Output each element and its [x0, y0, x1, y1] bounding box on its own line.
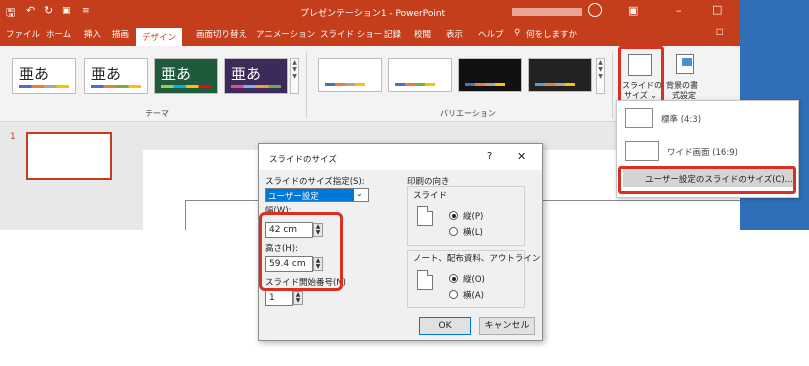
width-height-highlight — [259, 212, 343, 291]
variant-gallery-scroll[interactable]: ▲ ▼ ▼ — [596, 58, 605, 94]
ribbon-separator-2 — [612, 52, 613, 118]
variant-2-colors — [395, 83, 435, 86]
standard-slide-icon — [625, 108, 653, 128]
theme-office-2[interactable]: 亜あ — [84, 58, 148, 94]
undo-icon[interactable]: ↶ — [26, 4, 35, 17]
theme-office-glyph: 亜あ — [19, 65, 50, 83]
ribbon-tab-bar: ファイル ホーム 挿入 描画 デザイン 画面切り替え アニメーション スライド … — [0, 24, 809, 70]
slide-thumbnail-1[interactable] — [26, 132, 112, 180]
themes-group-label: テーマ — [145, 109, 169, 118]
ribbon-display-options-icon[interactable]: ▣ — [628, 4, 638, 17]
customize-toolbar-icon[interactable]: ≡ — [82, 6, 90, 16]
notes-label: ノート、配布資料、アウトライン — [413, 254, 541, 264]
dropdown-item-standard[interactable]: 標準 (4:3) — [617, 101, 798, 133]
dialog-title: スライドのサイズ — [269, 155, 337, 165]
minimize-icon[interactable]: – — [676, 4, 682, 17]
notes-landscape-radio[interactable] — [449, 290, 458, 299]
slides-landscape-label: 横(L) — [463, 228, 483, 238]
theme-green-glyph: 亜あ — [161, 65, 192, 83]
cancel-button[interactable]: キャンセル — [479, 317, 535, 335]
tab-review[interactable]: 校閲 — [414, 28, 431, 46]
window-title: プレゼンテーション1 - PowerPoint — [300, 9, 446, 19]
variant-2[interactable] — [388, 58, 452, 92]
slide-number: 1 — [10, 132, 16, 142]
theme-green[interactable]: 亜あ — [154, 58, 218, 94]
variant-4[interactable] — [528, 58, 592, 92]
tell-me-search[interactable]: 何をしますか — [526, 28, 577, 46]
maximize-icon[interactable]: □ — [712, 3, 722, 16]
size-for-select[interactable]: ユーザー設定 ⌄ — [265, 188, 369, 202]
tab-home[interactable]: ホーム — [46, 28, 71, 46]
dropdown-item-standard-label: 標準 (4:3) — [661, 115, 702, 125]
ok-button[interactable]: OK — [419, 317, 471, 335]
size-for-value: ユーザー設定 — [266, 189, 354, 202]
theme-purple[interactable]: 亜あ — [224, 58, 288, 94]
widescreen-slide-icon — [625, 141, 659, 161]
portrait-page-icon — [417, 206, 433, 226]
notes-portrait-label: 縦(O) — [463, 275, 485, 285]
variant-3-colors — [465, 83, 505, 86]
ribbon-separator-1 — [306, 52, 307, 118]
tab-file[interactable]: ファイル — [6, 28, 40, 46]
tab-animations[interactable]: アニメーション — [256, 28, 315, 46]
tab-record[interactable]: 記録 — [384, 28, 401, 46]
tab-transitions[interactable]: 画面切り替え — [196, 28, 247, 46]
dropdown-item-widescreen-label: ワイド画面 (16:9) — [667, 148, 738, 158]
slide-size-highlight — [618, 46, 664, 104]
title-bar: 🖫 ↶ ↻ ▣ ≡ プレゼンテーション1 - PowerPoint ▣ – □ … — [0, 0, 809, 24]
theme-office[interactable]: 亜あ — [12, 58, 76, 94]
slide-thumbnail-pane: 1 — [0, 122, 130, 230]
variant-4-colors — [535, 83, 575, 86]
chevron-down-icon: ⌄ — [356, 189, 363, 198]
slides-label: スライド — [413, 191, 448, 201]
help-button[interactable]: ? — [487, 151, 492, 162]
slides-portrait-radio[interactable] — [449, 211, 458, 220]
theme-office-2-colors — [91, 85, 141, 88]
save-icon[interactable]: 🖫 — [6, 4, 15, 23]
variations-group-label: バリエーション — [440, 109, 496, 118]
tab-draw[interactable]: 描画 — [112, 28, 129, 46]
comments-icon[interactable]: ☐ — [716, 28, 724, 46]
notes-landscape-label: 横(A) — [463, 291, 484, 301]
tab-help[interactable]: ヘルプ — [478, 28, 504, 46]
slides-landscape-radio[interactable] — [449, 227, 458, 236]
notes-portrait-page-icon — [417, 270, 433, 290]
custom-size-highlight — [618, 166, 796, 194]
number-from-spinner[interactable]: ▲ ▼ — [293, 291, 303, 305]
format-background-button[interactable]: 背景の書 式設定 — [666, 52, 706, 102]
account-name-blurred — [512, 8, 582, 16]
dialog-close-button[interactable]: ✕ — [517, 150, 526, 163]
tab-view[interactable]: 表示 — [446, 28, 463, 46]
slides-portrait-label: 縦(P) — [463, 212, 484, 222]
redo-icon[interactable]: ↻ — [44, 4, 53, 17]
theme-purple-glyph: 亜あ — [231, 65, 262, 83]
size-for-label: スライドのサイズ指定(S): — [265, 177, 365, 187]
account-avatar-icon[interactable] — [588, 3, 602, 17]
lightbulb-icon: ⚲ — [514, 28, 521, 38]
variant-3[interactable] — [458, 58, 522, 92]
variant-1[interactable] — [318, 58, 382, 92]
theme-green-colors — [161, 85, 211, 88]
number-from-input[interactable]: 1 — [265, 290, 293, 306]
theme-office-colors — [19, 85, 69, 88]
tab-insert[interactable]: 挿入 — [84, 28, 101, 46]
dropdown-item-widescreen[interactable]: ワイド画面 (16:9) — [617, 133, 798, 165]
theme-gallery-scroll[interactable]: ▲ ▼ ▼ — [290, 58, 299, 94]
variant-1-colors — [325, 83, 365, 86]
tab-design[interactable]: デザイン — [136, 28, 183, 46]
theme-office-2-glyph: 亜あ — [91, 65, 122, 83]
theme-purple-colors — [231, 85, 281, 88]
notes-portrait-radio[interactable] — [449, 274, 458, 283]
start-slideshow-icon[interactable]: ▣ — [62, 6, 71, 16]
paint-bucket-icon — [682, 58, 692, 66]
tab-slide-show[interactable]: スライド ショー — [320, 28, 382, 46]
